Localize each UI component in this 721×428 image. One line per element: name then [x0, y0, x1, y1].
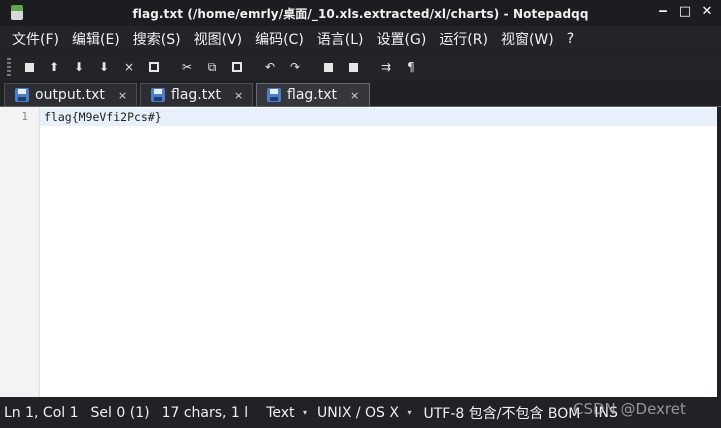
redo-icon[interactable]: ↷: [285, 57, 305, 77]
menu-window[interactable]: 视窗(W): [501, 29, 554, 49]
menu-language[interactable]: 语言(L): [317, 29, 364, 49]
status-language-dropdown[interactable]: Text ▾: [266, 405, 307, 421]
close-file-icon[interactable]: ×: [119, 57, 139, 77]
tab-label: flag.txt: [287, 87, 337, 103]
status-cursor-position: Ln 1, Col 1: [4, 404, 79, 421]
csdn-watermark: CSDN @Dexret: [573, 400, 686, 418]
show-all-chars-icon[interactable]: ¶: [401, 57, 421, 77]
toolbar: ⬆ ⬇ ⬇ × ✂ ⧉ ↶ ↷ ⇉ ¶: [0, 54, 721, 80]
tab-close-icon[interactable]: ×: [118, 89, 127, 102]
toolbar-grip-handle[interactable]: [7, 58, 11, 76]
text-editor[interactable]: 1 flag{M9eVfi2Pcs#}: [0, 107, 717, 397]
new-file-icon[interactable]: [19, 57, 39, 77]
editor-edge: [717, 107, 721, 397]
tab-flag-txt-2[interactable]: flag.txt ×: [256, 83, 370, 106]
open-file-icon[interactable]: ⬆: [44, 57, 64, 77]
menu-settings[interactable]: 设置(G): [377, 29, 427, 49]
title-bar: flag.txt (/home/emrly/桌面/_10.xls.extract…: [0, 0, 721, 26]
tab-label: flag.txt: [171, 87, 221, 103]
save-all-icon[interactable]: ⬇: [94, 57, 114, 77]
maximize-button[interactable]: □: [677, 4, 693, 20]
save-icon[interactable]: ⬇: [69, 57, 89, 77]
menu-file[interactable]: 文件(F): [12, 29, 59, 49]
floppy-disk-icon: [15, 88, 29, 102]
menu-edit[interactable]: 编辑(E): [72, 29, 120, 49]
line-number-gutter: 1: [0, 107, 40, 397]
close-window-button[interactable]: ✕: [699, 4, 715, 20]
editor-line-text[interactable]: flag{M9eVfi2Pcs#}: [44, 110, 162, 124]
status-selection: Sel 0 (1): [90, 404, 150, 421]
minimize-button[interactable]: ‒: [655, 4, 671, 20]
tab-flag-txt-1[interactable]: flag.txt ×: [140, 83, 253, 106]
word-wrap-icon[interactable]: ⇉: [376, 57, 396, 77]
chevron-down-icon: ▾: [302, 408, 307, 417]
floppy-disk-icon: [267, 88, 281, 102]
status-eol-dropdown[interactable]: UNIX / OS X ▾: [317, 405, 411, 421]
floppy-disk-icon: [151, 88, 165, 102]
paste-icon[interactable]: [227, 57, 247, 77]
copy-icon[interactable]: ⧉: [202, 57, 222, 77]
status-encoding[interactable]: UTF-8 包含/不包含 BOM: [423, 403, 580, 423]
menu-help[interactable]: ?: [567, 31, 574, 47]
menu-search[interactable]: 搜索(S): [133, 29, 181, 49]
tab-label: output.txt: [35, 87, 105, 103]
tab-close-icon[interactable]: ×: [234, 89, 243, 102]
line-number: 1: [21, 110, 28, 123]
menu-run[interactable]: 运行(R): [439, 29, 488, 49]
chevron-down-icon: ▾: [407, 408, 412, 417]
cut-icon[interactable]: ✂: [177, 57, 197, 77]
menu-encoding[interactable]: 编码(C): [255, 29, 304, 49]
window-title: flag.txt (/home/emrly/桌面/_10.xls.extract…: [132, 7, 589, 21]
close-all-icon[interactable]: [144, 57, 164, 77]
language-label: Text: [266, 404, 295, 421]
zoom-out-icon[interactable]: [343, 57, 363, 77]
menu-bar: 文件(F) 编辑(E) 搜索(S) 视图(V) 编码(C) 语言(L) 设置(G…: [0, 26, 721, 52]
menu-view[interactable]: 视图(V): [194, 29, 243, 49]
zoom-in-icon[interactable]: [318, 57, 338, 77]
undo-icon[interactable]: ↶: [260, 57, 280, 77]
status-char-count: 17 chars, 1 l: [161, 404, 249, 421]
tab-bar: output.txt × flag.txt × flag.txt ×: [0, 82, 721, 107]
tab-output-txt[interactable]: output.txt ×: [4, 83, 137, 106]
eol-label: UNIX / OS X: [316, 404, 399, 421]
tab-close-icon[interactable]: ×: [350, 89, 359, 102]
